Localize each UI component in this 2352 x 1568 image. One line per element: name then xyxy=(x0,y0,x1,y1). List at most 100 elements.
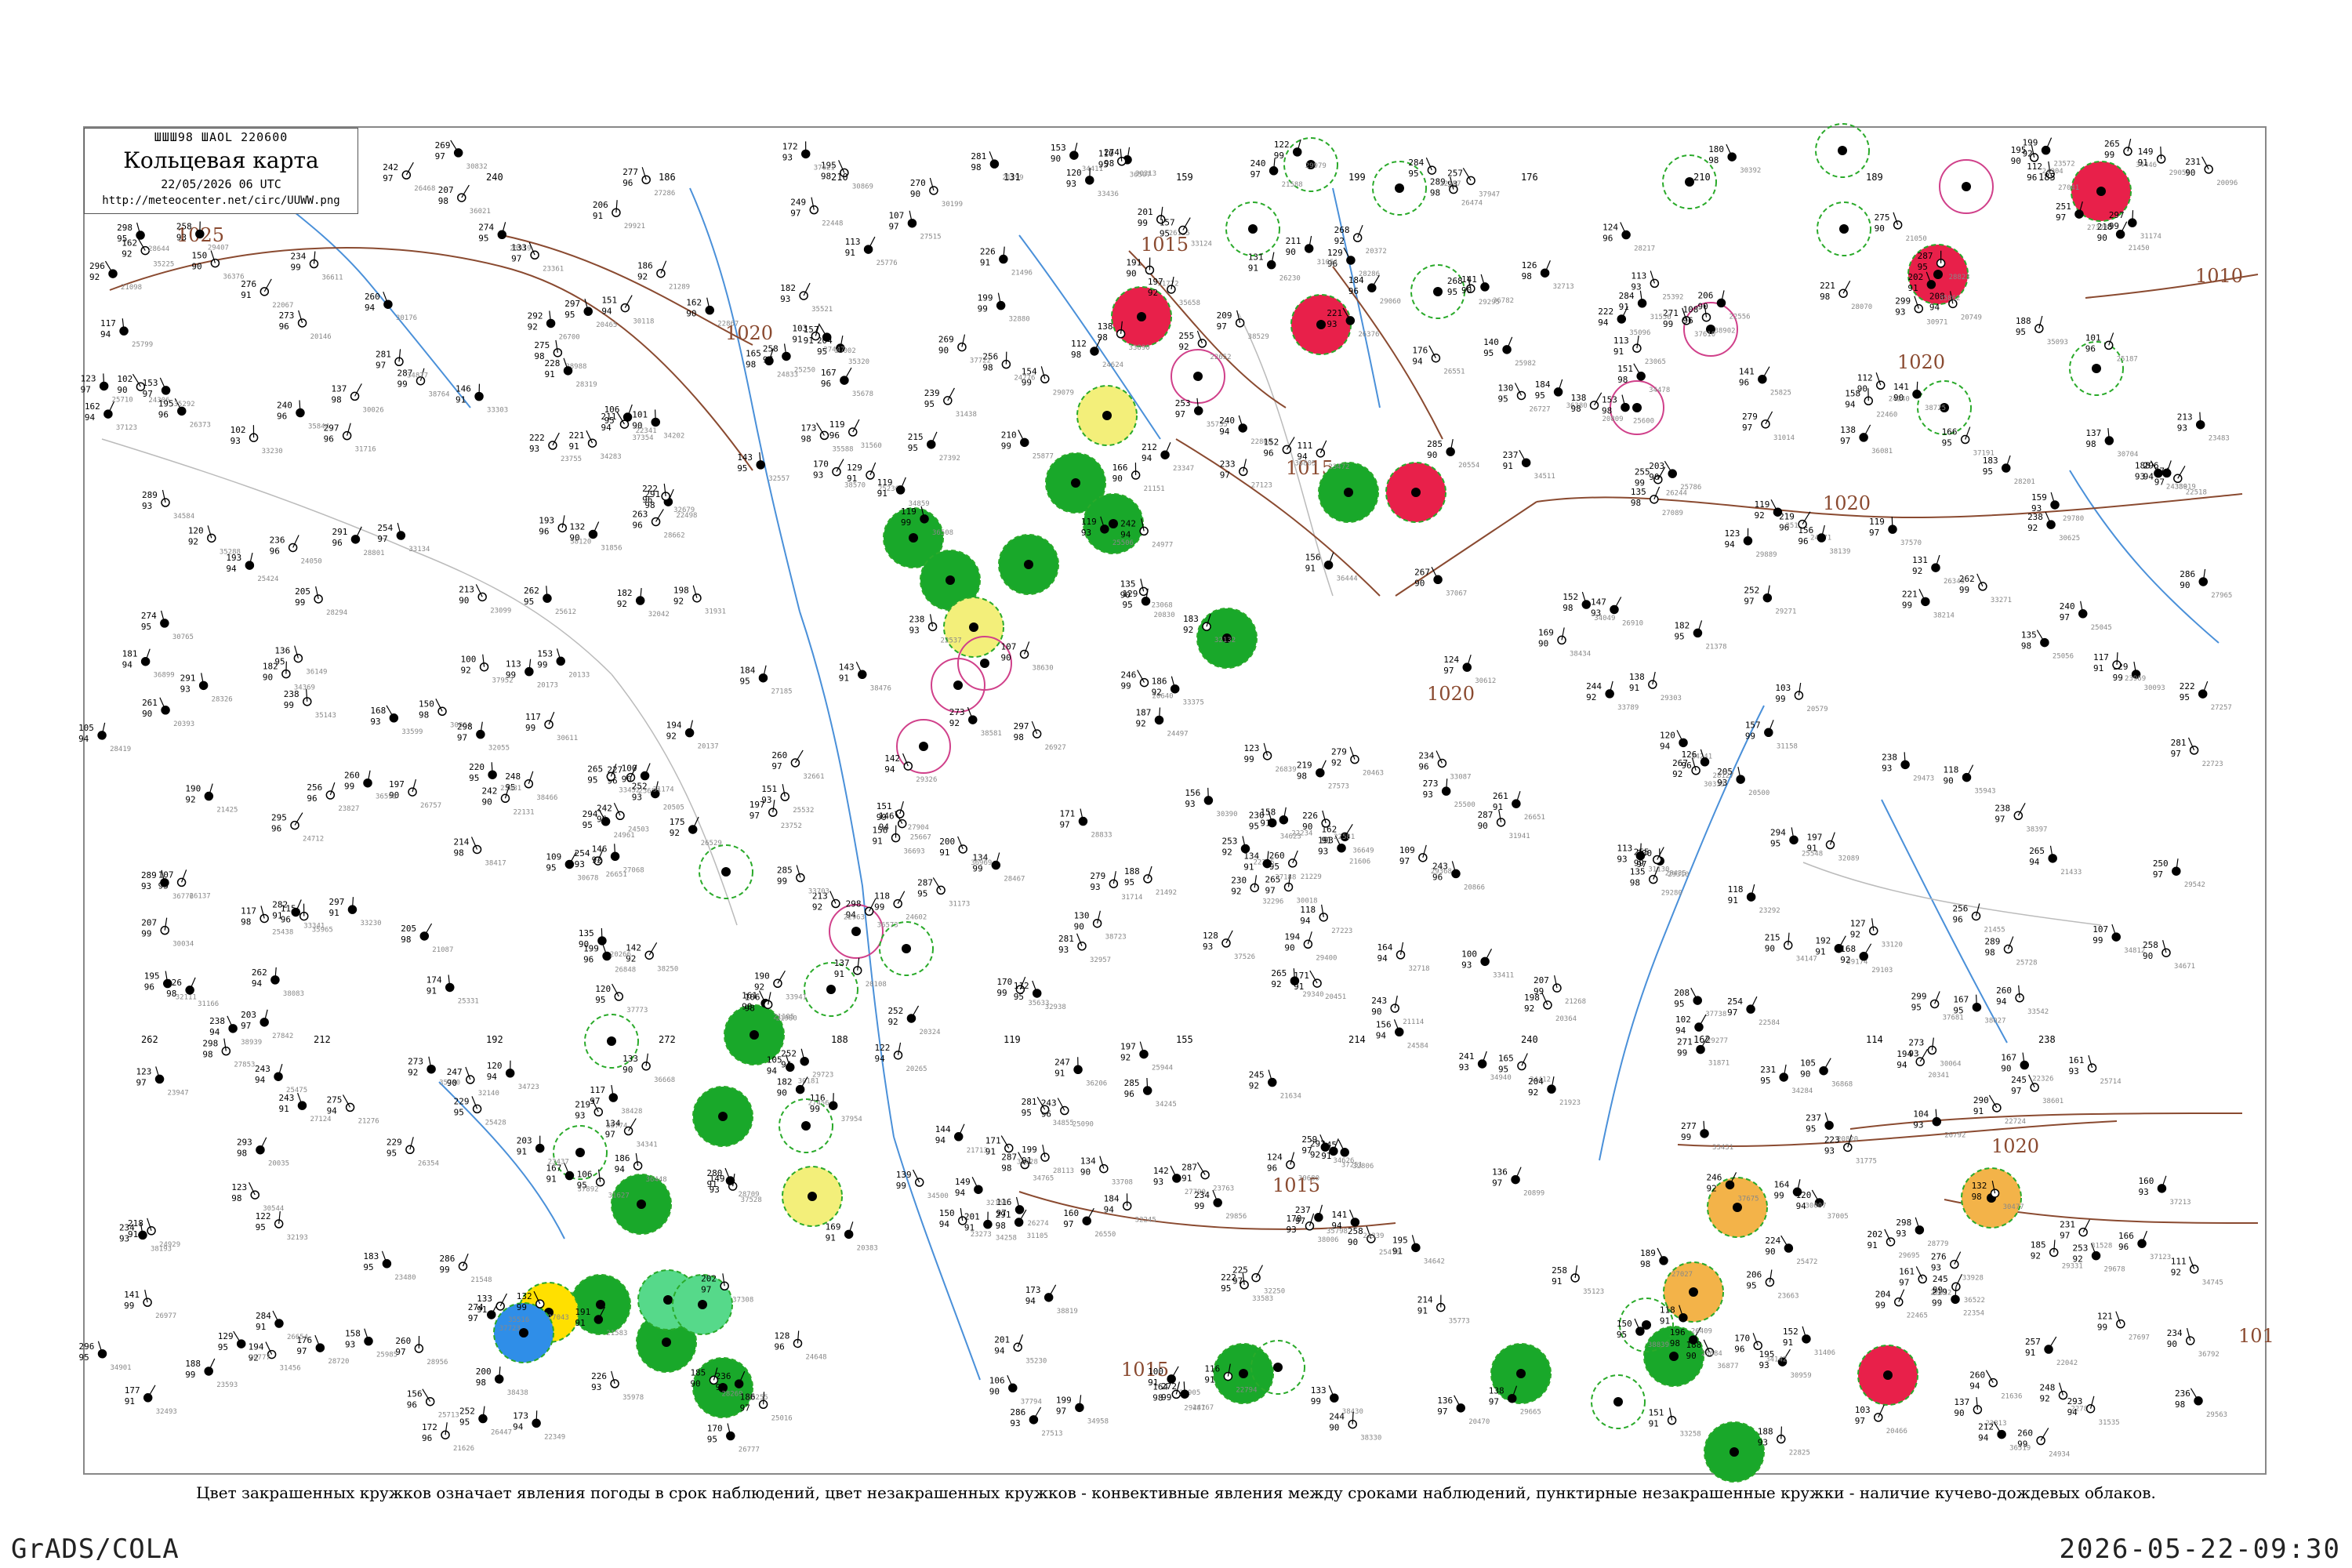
station-value: 91 xyxy=(1649,1419,1659,1429)
station-id: 22581 xyxy=(1334,833,1355,841)
station-dot xyxy=(1669,1352,1679,1361)
station-id: 35658 xyxy=(1179,299,1200,307)
station-id: 33230 xyxy=(262,448,283,456)
wind-barb xyxy=(654,409,656,423)
station-pressure: 120 xyxy=(595,984,611,994)
station-pressure: 273 xyxy=(949,707,965,717)
station-value: 91 xyxy=(1022,1156,1032,1166)
station-pressure: 113 xyxy=(1613,336,1629,346)
station-pressure: 156 xyxy=(1185,788,1200,798)
station-value: 96 xyxy=(422,1433,432,1443)
source-url[interactable]: http://meteocenter.net/circ/UUWW.png xyxy=(85,194,358,207)
station-pressure: 234 xyxy=(1418,750,1434,760)
station-value: 94 xyxy=(1845,399,1856,409)
station-dot xyxy=(2092,364,2101,373)
station-id: 26354 xyxy=(418,1160,439,1167)
station-dot xyxy=(851,927,861,936)
station-pressure: 222 xyxy=(529,433,545,443)
station-pressure: 213 xyxy=(2177,412,2193,423)
station-pressure: 195 xyxy=(144,971,160,982)
station-value: 97 xyxy=(435,151,445,162)
station-id: 34142 xyxy=(1766,1356,1787,1363)
station-id: 27513 xyxy=(1041,1430,1062,1438)
station-id: 36444 xyxy=(1337,575,1358,583)
station-pressure: 226 xyxy=(166,978,182,988)
station-value: 94 xyxy=(85,412,96,423)
station-value: 96 xyxy=(1263,448,1273,458)
station-pressure: 254 xyxy=(377,523,393,533)
station-value: 94 xyxy=(879,822,890,833)
station-id: 27123 xyxy=(1251,481,1272,489)
station-pressure: 297 xyxy=(328,897,344,907)
station-value: 97 xyxy=(2154,477,2165,487)
station-pressure: 286 xyxy=(1010,1407,1025,1417)
station-id: 21276 xyxy=(358,1117,379,1125)
station-value: 95 xyxy=(1770,838,1780,848)
station-value: 98 xyxy=(166,989,176,999)
station-value: 91 xyxy=(1417,1306,1428,1316)
station-pressure: 289 xyxy=(1984,937,2000,947)
station-pressure: 131 xyxy=(1248,252,1264,263)
station-value: 95 xyxy=(564,310,575,320)
station-id: 25438 xyxy=(272,928,293,936)
station-id: 21713 xyxy=(967,1147,988,1155)
station-pressure: 103 xyxy=(1855,1405,1871,1415)
station-pressure: 292 xyxy=(528,310,543,321)
station-id: 25016 xyxy=(771,1414,793,1422)
station-value: 99 xyxy=(1959,585,1969,595)
station-id: 28467 xyxy=(1004,876,1025,884)
station-id: 26927 xyxy=(1045,744,1066,752)
station-pressure: 197 xyxy=(389,779,405,789)
station-value: 92 xyxy=(2039,1394,2049,1404)
station-dot xyxy=(1137,312,1146,321)
station-value: 98 xyxy=(996,1221,1006,1231)
station-value: 91 xyxy=(847,474,857,484)
station-value: 95 xyxy=(595,995,605,1005)
station-id: 25600 xyxy=(1633,418,1654,426)
station-id: 21588 xyxy=(1282,181,1303,189)
station-pressure: 206 xyxy=(1746,1269,1762,1279)
station-pressure: 289 xyxy=(141,870,157,880)
station-value: 99 xyxy=(1161,1392,1171,1403)
station-pressure: 106 xyxy=(989,1375,1005,1385)
station-pressure: 237 xyxy=(1503,450,1519,460)
station-pressure: 188 xyxy=(185,1359,201,1369)
station-pressure: 258 xyxy=(1348,1226,1363,1236)
station-pressure: 265 xyxy=(2029,846,2045,856)
station-id: 27068 xyxy=(623,866,644,874)
station-id: 24833 xyxy=(777,371,798,379)
station-value: 96 xyxy=(633,520,643,530)
station-value: 98 xyxy=(241,916,251,927)
station-id: 27904 xyxy=(908,824,929,832)
station-pressure: 275 xyxy=(534,340,550,350)
station-id: 36522 xyxy=(1964,1297,1985,1305)
station-dot xyxy=(1102,411,1112,420)
station-pressure: 133 xyxy=(1311,1385,1327,1396)
station-pressure: 156 xyxy=(407,1389,423,1399)
station-id: 34500 xyxy=(927,1192,949,1200)
station-id: 23099 xyxy=(490,607,511,615)
station-dot xyxy=(1411,488,1421,497)
station-pressure: 112 xyxy=(1857,372,1873,383)
station-pressure: 202 xyxy=(1907,272,1923,282)
station-value: 94 xyxy=(1660,741,1671,751)
station-pressure: 124 xyxy=(1602,223,1618,233)
station-pressure: 238 xyxy=(209,1016,225,1026)
station-label: 159 xyxy=(1176,172,1193,183)
station-pressure: 141 xyxy=(1331,1210,1347,1220)
station-value: 94 xyxy=(365,303,376,313)
station-id: 25713 xyxy=(438,1412,459,1420)
station-id: 32055 xyxy=(488,745,510,753)
station-value: 96 xyxy=(307,793,317,804)
station-id: 29473 xyxy=(1913,775,1934,782)
station-value: 94 xyxy=(615,1164,626,1174)
station-pressure: 102 xyxy=(1675,1014,1691,1025)
station-pressure: 167 xyxy=(1953,995,1969,1005)
station-value: 98 xyxy=(438,196,448,206)
station-id: 32193 xyxy=(287,1234,308,1242)
station-value: 91 xyxy=(1054,1068,1065,1078)
station-value: 95 xyxy=(2016,327,2026,337)
station-id: 26839 xyxy=(1276,766,1297,774)
station-value: 95 xyxy=(79,1352,89,1363)
station-value: 95 xyxy=(908,443,918,453)
